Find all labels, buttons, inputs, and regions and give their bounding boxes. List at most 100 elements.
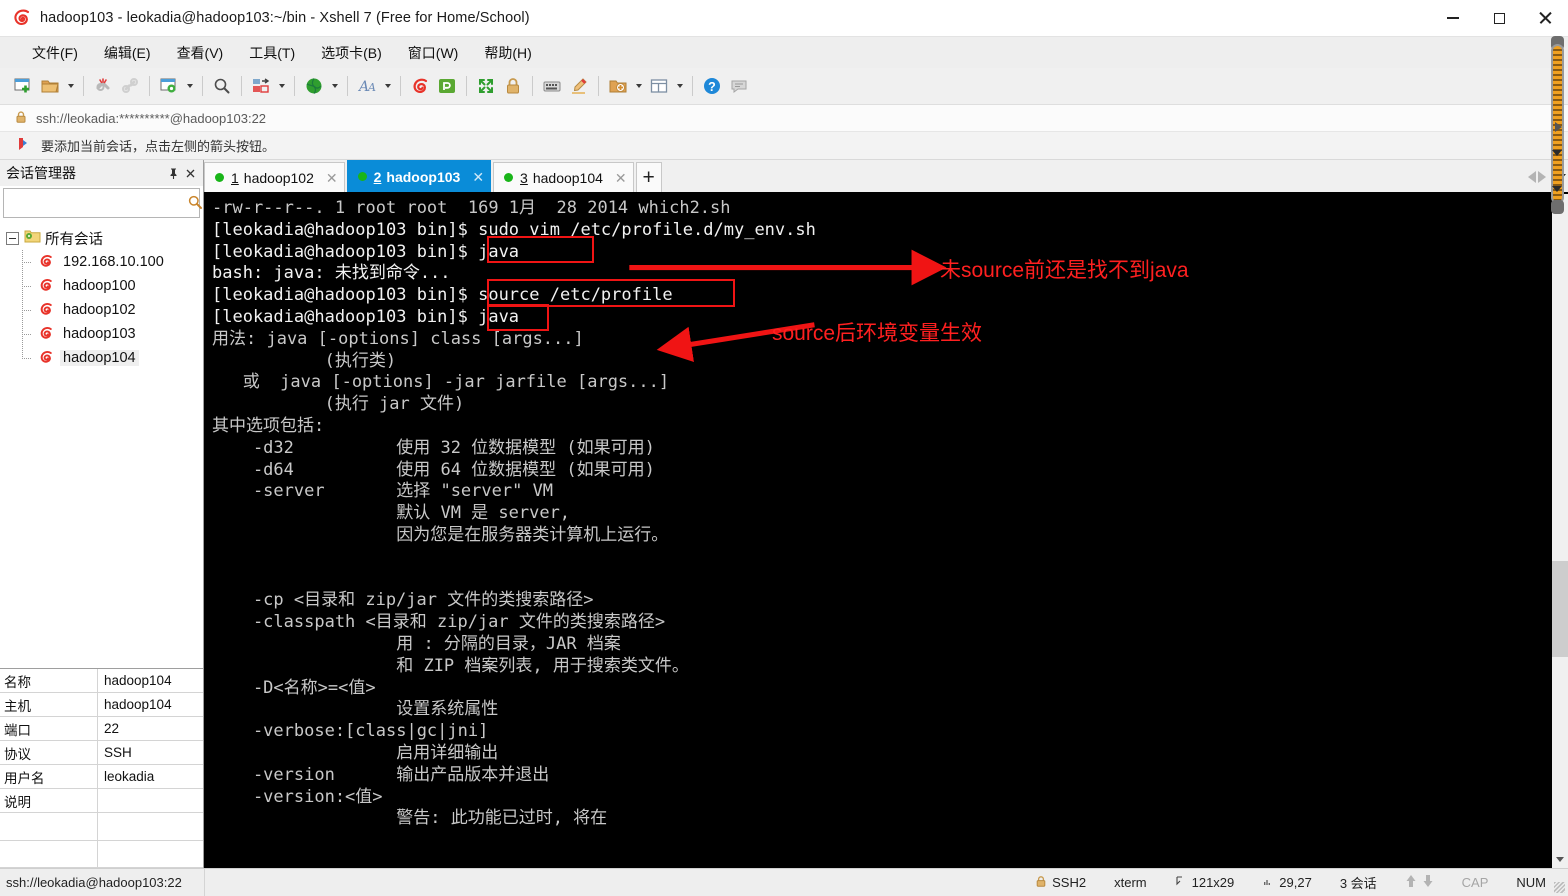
scrollbar-thumb[interactable] — [1552, 561, 1568, 657]
sidebar-session-hadoop102[interactable]: hadoop102 — [0, 298, 203, 322]
menu-view[interactable]: 查看(V) — [167, 39, 234, 67]
help-icon[interactable]: ? — [699, 73, 725, 99]
chat-icon[interactable] — [726, 73, 752, 99]
address-go-icon[interactable] — [1555, 122, 1562, 132]
scrollbar-track[interactable] — [1552, 211, 1568, 851]
toolbar: AA ? — [0, 68, 1568, 104]
chevron-down-icon[interactable] — [1554, 173, 1566, 181]
font-dropdown[interactable] — [381, 73, 394, 99]
terminal-line: -D<名称>=<值> — [212, 677, 376, 698]
add-to-folder-dropdown[interactable] — [632, 73, 645, 99]
arrow-down-icon — [1422, 874, 1434, 891]
terminal-scrollbar[interactable] — [1551, 194, 1568, 868]
tab-hadoop103[interactable]: 2 hadoop103 ✕ — [346, 160, 492, 192]
terminal-line: 用法: java [-options] class [args...] — [212, 328, 584, 349]
globe-icon[interactable] — [301, 73, 327, 99]
terminal-output[interactable]: -rw-r--r--. 1 root root 169 1月 28 2014 w… — [204, 194, 1551, 868]
menu-help[interactable]: 帮助(H) — [474, 39, 541, 67]
add-to-folder-icon[interactable] — [605, 73, 631, 99]
close-icon[interactable] — [182, 164, 199, 182]
terminal-line: -classpath <目录和 zip/jar 文件的类搜索路径> — [212, 612, 666, 633]
pin-icon[interactable] — [165, 164, 182, 182]
property-row: 协议 SSH — [0, 741, 203, 765]
new-session-icon[interactable] — [10, 73, 36, 99]
tree-root-all-sessions[interactable]: 所有会话 — [0, 226, 203, 250]
terminal-line: 因为您是在服务器类计算机上运行。 — [212, 524, 669, 545]
terminal-line: 默认 VM 是 server, — [212, 503, 571, 524]
toolbar-overflow-icon[interactable] — [1552, 150, 1562, 156]
disconnect-icon[interactable] — [90, 73, 116, 99]
globe-dropdown[interactable] — [328, 73, 341, 99]
property-key: 说明 — [0, 789, 98, 812]
session-search-box[interactable] — [3, 188, 202, 218]
minimize-button[interactable] — [1430, 0, 1476, 36]
file-transfer-icon[interactable] — [248, 73, 274, 99]
tab-close-icon[interactable]: ✕ — [314, 171, 338, 185]
open-folder-dropdown[interactable] — [64, 73, 77, 99]
property-value — [98, 789, 203, 812]
toolbar-separator — [294, 76, 295, 96]
sidebar-session-hadoop103[interactable]: hadoop103 — [0, 322, 203, 346]
maximize-icon — [1493, 12, 1505, 24]
new-tab-button[interactable]: + — [635, 162, 662, 192]
menu-bar: 文件(F) 编辑(E) 查看(V) 工具(T) 选项卡(B) 窗口(W) 帮助(… — [0, 36, 1568, 68]
terminal-line: 启用详细输出 — [212, 742, 499, 763]
terminal-line: -d32 使用 32 位数据模型 (如果可用) — [212, 437, 655, 458]
chevron-right-icon[interactable] — [1538, 171, 1546, 183]
scroll-down-button[interactable] — [1552, 851, 1568, 868]
reconnect-icon[interactable] — [117, 73, 143, 99]
session-properties-dropdown[interactable] — [183, 73, 196, 99]
split-layout-dropdown[interactable] — [673, 73, 686, 99]
resize-grip[interactable] — [1554, 882, 1565, 893]
terminal-line: -server 选择 "server" VM — [212, 481, 554, 502]
xshell-icon[interactable] — [407, 73, 433, 99]
address-url[interactable]: ssh://leokadia:**********@hadoop103:22 — [36, 111, 266, 126]
menu-window[interactable]: 窗口(W) — [398, 39, 469, 67]
maximize-button[interactable] — [1476, 0, 1522, 36]
close-button[interactable] — [1522, 0, 1568, 36]
file-transfer-dropdown[interactable] — [275, 73, 288, 99]
menu-tools[interactable]: 工具(T) — [239, 39, 305, 67]
address-bar[interactable]: ssh://leokadia:**********@hadoop103:22 — [0, 104, 1568, 132]
status-cursor: 29,27 — [1248, 869, 1326, 896]
session-manager-panel: 会话管理器 所有会话 192.168.10.100 hadoop100 hado… — [0, 160, 204, 868]
toolbar-separator — [241, 76, 242, 96]
sidebar-session-192-168-10-100[interactable]: 192.168.10.100 — [0, 250, 203, 274]
collapse-icon[interactable] — [6, 231, 19, 245]
open-folder-icon[interactable] — [37, 73, 63, 99]
scroll-up-button[interactable] — [1552, 194, 1568, 211]
tab-hadoop104[interactable]: 3 hadoop104 ✕ — [493, 162, 634, 192]
tab-hadoop102[interactable]: 1 hadoop102 ✕ — [204, 162, 345, 192]
status-connection: ssh://leokadia@hadoop103:22 — [0, 868, 205, 896]
property-row-empty — [0, 840, 203, 868]
chevron-left-icon[interactable] — [1528, 171, 1536, 183]
split-layout-icon[interactable] — [646, 73, 672, 99]
highlight-pen-icon[interactable] — [566, 73, 592, 99]
svg-text:?: ? — [708, 80, 716, 94]
tab-label: hadoop104 — [532, 169, 603, 186]
sidebar-session-hadoop100[interactable]: hadoop100 — [0, 274, 203, 298]
lock-icon[interactable] — [500, 73, 526, 99]
keyboard-icon[interactable] — [539, 73, 565, 99]
tab-close-icon[interactable]: ✕ — [603, 171, 627, 185]
toolbar-separator — [149, 76, 150, 96]
tipbar-overflow-icon[interactable] — [1552, 186, 1562, 192]
tree-connector — [22, 322, 32, 346]
tab-close-icon[interactable]: ✕ — [460, 170, 484, 184]
fullscreen-icon[interactable] — [473, 73, 499, 99]
menu-file[interactable]: 文件(F) — [22, 39, 88, 67]
find-icon[interactable] — [209, 73, 235, 99]
search-input[interactable] — [4, 190, 185, 216]
chevron-down-icon — [635, 84, 642, 88]
tab-number: 2 — [373, 168, 382, 185]
terminal-line: -version:<值> — [212, 786, 383, 807]
sidebar-session-hadoop104[interactable]: hadoop104 — [0, 346, 203, 370]
menu-tabs[interactable]: 选项卡(B) — [311, 39, 392, 67]
xftp-icon[interactable] — [434, 73, 460, 99]
menu-edit[interactable]: 编辑(E) — [94, 39, 161, 67]
font-icon[interactable]: AA — [354, 73, 380, 99]
lock-icon — [14, 110, 28, 127]
session-icon — [38, 349, 54, 368]
tip-bar: 要添加当前会话，点击左侧的箭头按钮。 — [0, 132, 1568, 160]
session-properties-icon[interactable] — [156, 73, 182, 99]
